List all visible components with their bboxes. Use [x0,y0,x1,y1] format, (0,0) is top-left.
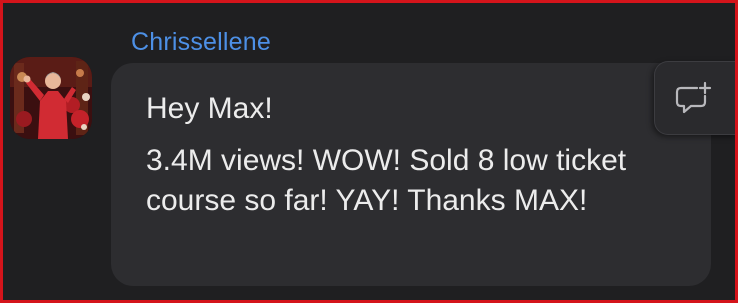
message-greeting: Hey Max! [146,92,273,125]
sender-name[interactable]: Chrissellene [131,26,271,58]
message-bubble: Hey Max! 3.4M views! WOW! Sold 8 low tic… [111,63,711,286]
avatar-image [10,57,92,139]
comment-plus-icon [675,81,712,114]
reply-in-thread-button[interactable] [654,61,738,135]
avatar[interactable] [10,57,92,139]
message-text: 3.4M views! WOW! Sold 8 low ticket cours… [146,144,627,217]
